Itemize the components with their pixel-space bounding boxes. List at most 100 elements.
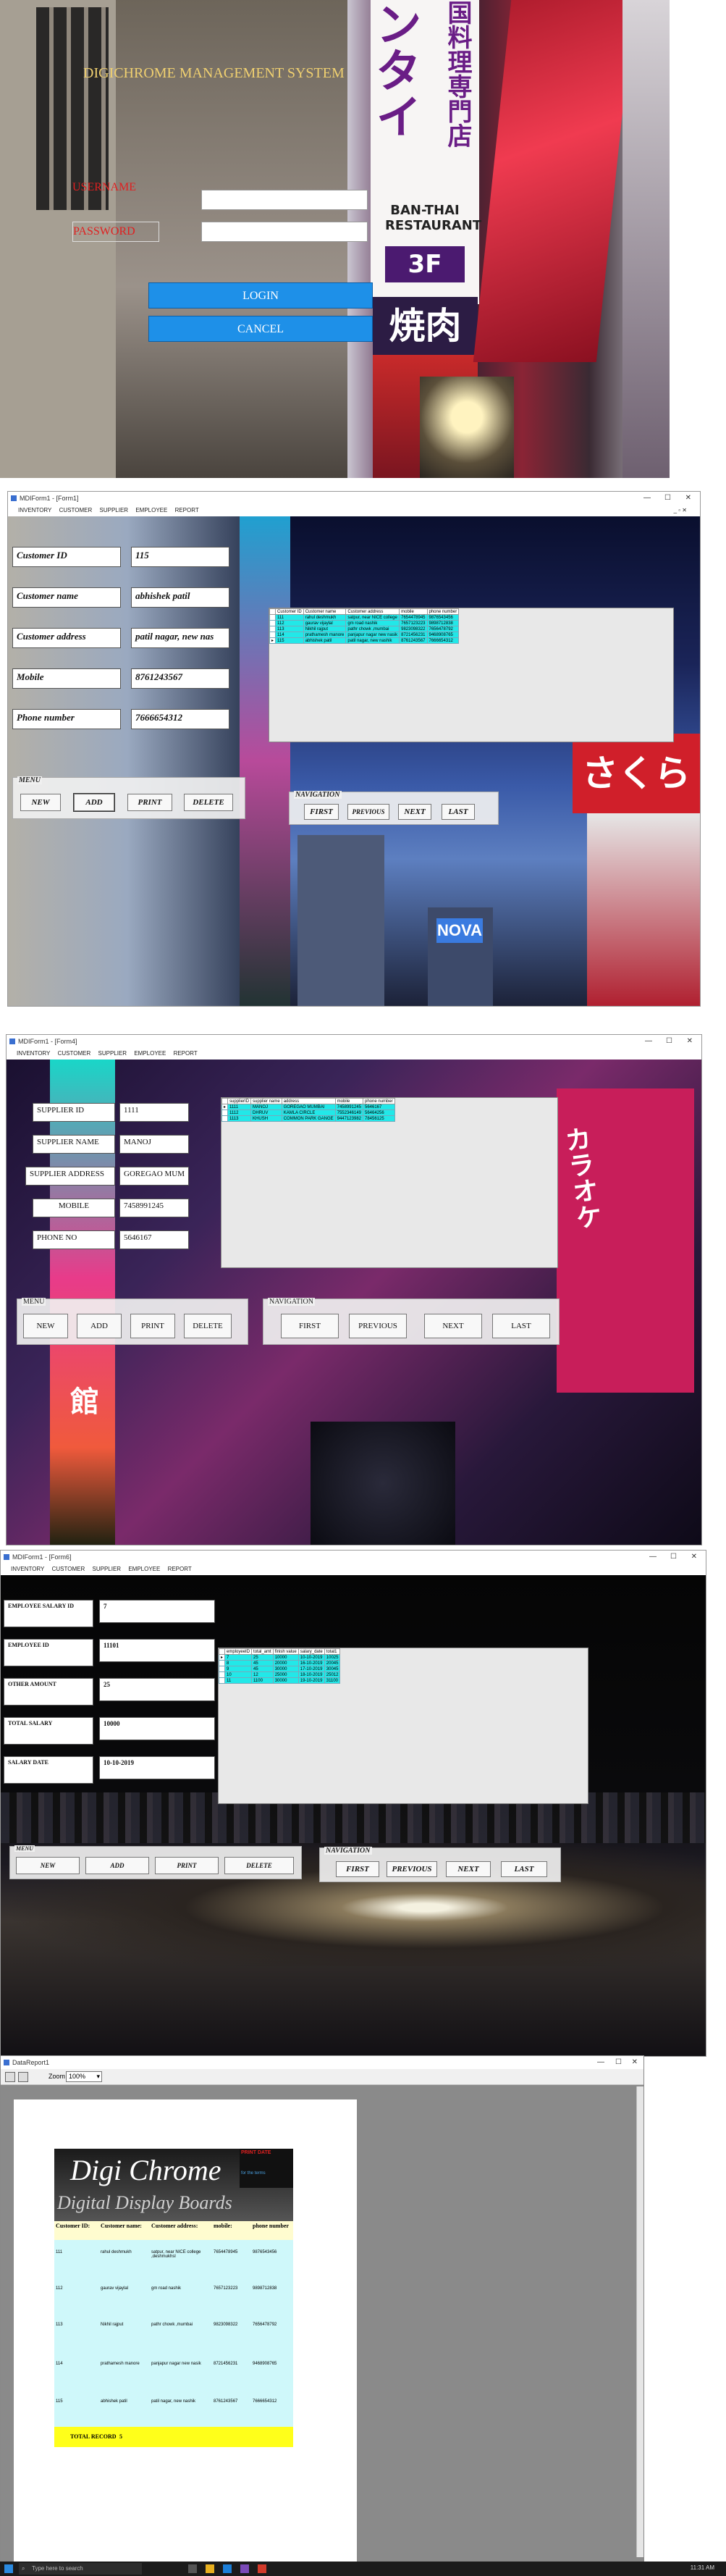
row-header[interactable] — [219, 1671, 226, 1678]
grid-cell[interactable]: DHRUV — [250, 1109, 282, 1116]
grid-cell[interactable]: Nikhil rajput — [303, 626, 347, 632]
grid-cell[interactable]: 8721456231 — [399, 632, 428, 638]
grid-cell[interactable]: 9468908765 — [426, 632, 460, 638]
row-header-selected[interactable]: ▸ — [269, 637, 277, 644]
row-header[interactable] — [269, 632, 277, 638]
menu-report[interactable]: REPORT — [168, 1566, 192, 1572]
grid-cell[interactable]: 1113 — [227, 1115, 252, 1122]
grid-cell[interactable]: abhishek patil — [303, 637, 347, 644]
col-header[interactable]: supplierID — [227, 1098, 252, 1104]
other-amount-input[interactable]: 25 — [99, 1678, 215, 1701]
supplier-address-input[interactable]: GOREGAO MUM — [119, 1167, 189, 1186]
customer-id-input[interactable]: 115 — [131, 547, 229, 567]
grid-cell[interactable]: 10 — [224, 1671, 253, 1678]
table-row[interactable]: 1113 KHUSH COMMON PARK GANGE 9447123982 7845… — [221, 1115, 395, 1122]
grid-cell[interactable]: 113 — [275, 626, 304, 632]
grid-cell[interactable]: 115 — [275, 637, 304, 644]
grid-cell[interactable]: 25000 — [272, 1671, 299, 1678]
supplier-name-input[interactable]: MANOJ — [119, 1135, 189, 1154]
last-button[interactable]: LAST — [492, 1314, 550, 1338]
edge-icon[interactable] — [223, 2564, 232, 2573]
new-button[interactable]: NEW — [23, 1314, 68, 1338]
menu-report[interactable]: REPORT — [175, 507, 199, 513]
new-button[interactable]: NEW — [16, 1857, 80, 1874]
app-icon-taskbar[interactable] — [258, 2564, 266, 2573]
grid-cell[interactable]: 10025 — [324, 1654, 341, 1661]
grid-cell[interactable]: pathr chowk ,mumbai — [345, 626, 400, 632]
menu-report[interactable]: REPORT — [174, 1050, 198, 1057]
employee-id-input[interactable]: 11101 — [99, 1639, 215, 1662]
menu-inventory[interactable]: INVENTORY — [11, 1566, 44, 1572]
grid-cell[interactable]: GOREGAO MUMBAI — [281, 1104, 336, 1110]
grid-cell[interactable]: 19-10-2019 — [297, 1677, 325, 1684]
grid-cell[interactable]: 30000 — [272, 1677, 299, 1684]
grid-cell[interactable]: 7666654312 — [426, 637, 460, 644]
grid-cell[interactable]: 114 — [275, 632, 304, 638]
table-row[interactable]: 114 prathamesh manore panjapur nagar new n… — [269, 632, 460, 638]
mobile-input[interactable]: 7458991245 — [119, 1199, 189, 1217]
mdi-controls-icon[interactable]: _ ▫ ✕ — [674, 505, 687, 516]
grid-cell[interactable]: patil nagar, new nashik — [345, 637, 400, 644]
grid-cell[interactable]: 1100 — [251, 1677, 274, 1684]
minimize-icon[interactable]: — — [643, 492, 651, 505]
mobile-input[interactable]: 8761243567 — [131, 668, 229, 689]
grid-cell[interactable]: 8 — [224, 1660, 253, 1666]
add-button[interactable]: ADD — [73, 793, 115, 812]
phone-no-input[interactable]: 5646167 — [119, 1230, 189, 1249]
grid-cell[interactable]: 30000 — [272, 1666, 299, 1672]
grid-cell[interactable]: 1111 — [227, 1104, 252, 1110]
print-button[interactable]: PRINT — [127, 794, 172, 811]
windows-start-icon[interactable] — [4, 2564, 13, 2573]
menu-employee[interactable]: EMPLOYEE — [135, 507, 167, 513]
table-row[interactable]: ▸ 1111 MANOJ GOREGAO MUMBAI 7458991245 564616… — [221, 1104, 395, 1110]
col-header[interactable]: mobile — [334, 1098, 364, 1104]
print-button[interactable]: PRINT — [130, 1314, 175, 1338]
taskbar-search-box[interactable]: ⌕ Type here to search — [19, 2563, 142, 2575]
grid-cell[interactable]: 7654478945 — [399, 614, 428, 621]
table-row[interactable]: 11 1100 30000 19-10-2019 31100 — [219, 1677, 341, 1684]
table-row[interactable]: ▸ 7 25 10000 10-10-2019 10025 — [219, 1654, 341, 1661]
grid-cell[interactable]: satpur, near NICE college — [345, 614, 400, 621]
table-row[interactable]: 10 12 25000 18-10-2019 25012 — [219, 1671, 341, 1678]
add-button[interactable]: ADD — [85, 1857, 149, 1874]
col-header[interactable]: supplier name — [250, 1098, 282, 1104]
grid-cell[interactable]: 10000 — [272, 1654, 299, 1661]
zoom-select[interactable]: 100% ▾ — [66, 2071, 102, 2082]
grid-cell[interactable]: 7458991245 — [334, 1104, 364, 1110]
delete-button[interactable]: DELETE — [184, 1314, 232, 1338]
maximize-icon[interactable]: ☐ — [670, 1551, 677, 1564]
menu-customer[interactable]: CUSTOMER — [59, 507, 93, 513]
row-header-selected[interactable]: ▸ — [219, 1654, 226, 1661]
row-header[interactable] — [269, 620, 277, 626]
menu-supplier[interactable]: SUPPLIER — [100, 507, 129, 513]
col-header[interactable]: phone number — [426, 608, 460, 615]
grid-cell[interactable]: 7657123223 — [399, 620, 428, 626]
grid-cell[interactable]: 20000 — [272, 1660, 299, 1666]
menu-customer[interactable]: CUSTOMER — [58, 1050, 91, 1057]
first-button[interactable]: FIRST — [281, 1314, 339, 1338]
username-input[interactable] — [201, 190, 368, 210]
grid-cell[interactable]: 9823098322 — [399, 626, 428, 632]
previous-button[interactable]: PREVIOUS — [347, 804, 389, 820]
salary-date-input[interactable]: 10-10-2019 — [99, 1756, 215, 1779]
menu-employee[interactable]: EMPLOYEE — [128, 1566, 160, 1572]
row-header-selected[interactable]: ▸ — [221, 1104, 229, 1110]
menu-supplier[interactable]: SUPPLIER — [98, 1050, 127, 1057]
grid-cell[interactable]: KAMLA CIRCLE — [281, 1109, 336, 1116]
grid-cell[interactable]: 16-10-2019 — [297, 1660, 325, 1666]
grid-cell[interactable]: 20045 — [324, 1660, 341, 1666]
total-salary-input[interactable]: 10000 — [99, 1717, 215, 1740]
maximize-icon[interactable]: ☐ — [664, 492, 671, 505]
close-icon[interactable]: ✕ — [685, 492, 691, 505]
col-header[interactable]: employeeID — [224, 1648, 253, 1655]
menu-supplier[interactable]: SUPPLIER — [93, 1566, 122, 1572]
grid-cell[interactable]: 9 — [224, 1666, 253, 1672]
grid-cell[interactable]: 25012 — [324, 1671, 341, 1678]
phone-number-input[interactable]: 7666654312 — [131, 709, 229, 729]
previous-button[interactable]: PREVIOUS — [387, 1861, 437, 1877]
menu-customer[interactable]: CUSTOMER — [52, 1566, 85, 1572]
grid-cell[interactable]: panjapur nagar new nasik — [345, 632, 400, 638]
grid-cell[interactable]: 7552346149 — [334, 1109, 364, 1116]
close-icon[interactable]: ✕ — [691, 1551, 697, 1564]
row-header[interactable] — [221, 1109, 229, 1116]
